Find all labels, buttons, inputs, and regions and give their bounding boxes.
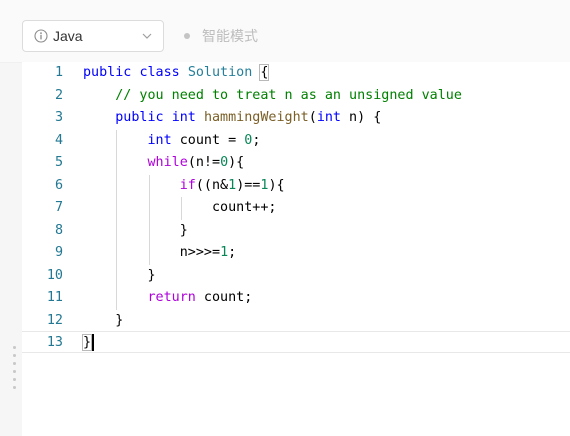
panel-divider	[0, 63, 22, 436]
indent-guide	[116, 197, 118, 220]
code-token: n>>>=	[179, 245, 221, 260]
indent-guide	[116, 242, 118, 265]
code-token: ;	[228, 245, 237, 260]
line-number: 5	[54, 155, 63, 170]
code-token: class	[139, 65, 180, 80]
code-token: }	[115, 312, 124, 328]
code-token: hammingWeight	[203, 110, 309, 125]
code-token: ((n&	[195, 177, 229, 193]
indent-guide	[116, 152, 118, 175]
info-icon	[34, 29, 48, 43]
code-line: }	[83, 264, 462, 287]
code-token: Solution	[187, 65, 253, 80]
code-token: ){	[268, 177, 285, 193]
code-line: if((n&1)==1){	[83, 174, 462, 197]
code-token: int	[171, 110, 196, 125]
mode-label: 智能模式	[202, 28, 258, 44]
code-token: }	[179, 222, 188, 238]
line-number: 1	[54, 65, 63, 80]
indent-guide	[116, 174, 118, 197]
code-line: int count = 0;	[83, 129, 462, 152]
indent-guide	[148, 174, 150, 197]
drag-handle-icon[interactable]	[13, 346, 16, 402]
code-token: )==	[236, 177, 261, 193]
smart-mode-toggle[interactable]: 智能模式	[184, 26, 258, 46]
code-token: int	[316, 110, 341, 125]
code-token: {	[259, 64, 270, 81]
line-number: 10	[46, 267, 63, 283]
code-token: }	[147, 267, 156, 283]
code-line: }	[81, 332, 462, 355]
indent-guide	[148, 197, 150, 220]
code-editor[interactable]: 1 2 3 4 5 6 7 8 9 10 11 12 13 public class Solution …	[22, 62, 570, 436]
code-token: count;	[195, 290, 253, 305]
indent-guide	[116, 264, 118, 287]
text-cursor	[92, 333, 95, 351]
code-token: while	[147, 155, 188, 170]
indent-guide	[116, 219, 118, 242]
code-token: if	[179, 177, 196, 193]
code-token: // you need to treat n as an unsigned va…	[115, 87, 462, 103]
line-number: 9	[54, 245, 63, 260]
line-number: 3	[54, 110, 63, 125]
code-area[interactable]: public class Solution { // you need to t…	[81, 62, 462, 355]
line-number: 6	[54, 177, 63, 193]
code-token: int	[147, 132, 172, 148]
indent-guide	[148, 242, 150, 265]
line-number: 8	[54, 222, 63, 238]
code-token: ;	[252, 132, 261, 148]
code-line: }	[83, 310, 462, 333]
line-number: 2	[54, 87, 63, 103]
line-number: 4	[54, 132, 63, 148]
code-line: public class Solution {	[83, 62, 462, 85]
line-number: 11	[46, 290, 63, 305]
code-token: public	[115, 110, 164, 125]
code-line: public int hammingWeight(int n) {	[83, 107, 462, 130]
code-token: 1	[228, 177, 237, 193]
editor-toolbar: Java 智能模式	[0, 0, 570, 63]
code-token: 1	[220, 245, 229, 260]
language-select[interactable]: Java	[22, 20, 164, 52]
indent-guide	[148, 219, 150, 242]
indent-guide	[180, 197, 182, 220]
mode-status-dot	[184, 33, 190, 39]
line-number-gutter: 1 2 3 4 5 6 7 8 9 10 11 12 13	[22, 62, 63, 355]
code-line: return count;	[83, 287, 462, 310]
indent-guide	[116, 287, 118, 310]
code-token: n) {	[341, 110, 382, 125]
line-number: 12	[46, 312, 63, 328]
code-line: n>>>=1;	[83, 242, 462, 265]
code-token: ){	[228, 155, 245, 170]
indent-guide	[116, 129, 118, 152]
code-token: public	[83, 65, 132, 80]
code-token: (n!=	[187, 155, 221, 170]
code-line: count++;	[83, 197, 462, 220]
code-line: while(n!=0){	[83, 152, 462, 175]
language-select-value: Java	[53, 28, 83, 44]
code-token: count++;	[212, 200, 277, 215]
code-token: count =	[171, 132, 245, 148]
code-line: }	[83, 219, 462, 242]
code-token: (	[308, 110, 317, 125]
code-line: // you need to treat n as an unsigned va…	[83, 85, 462, 108]
line-number: 7	[54, 200, 63, 215]
line-number: 13	[46, 335, 63, 350]
code-token: }	[81, 334, 93, 351]
chevron-down-icon	[141, 30, 153, 42]
code-token: 0	[220, 155, 229, 170]
code-token: return	[147, 290, 196, 305]
